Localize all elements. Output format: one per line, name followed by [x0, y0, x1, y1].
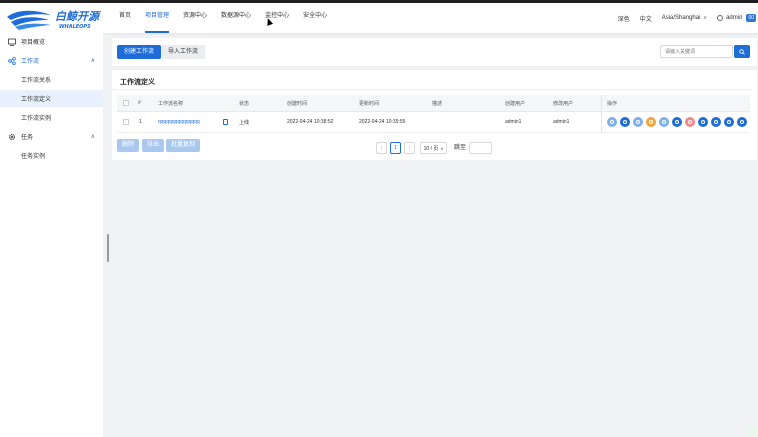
sidebar-item-task[interactable]: 任务 ∧ — [0, 128, 103, 145]
header-modifier: 修改用户 — [553, 100, 574, 107]
sidebar-item-label: 工作流实例 — [21, 116, 52, 122]
header-updated[interactable]: 更新时间 — [359, 95, 379, 111]
header-status: 状态 — [239, 100, 250, 107]
row-checkbox[interactable] — [123, 119, 129, 125]
header-description: 描述 — [432, 100, 443, 107]
timing-button[interactable] — [633, 117, 643, 127]
brand-logo[interactable]: 白鲸开源 WHALEOPS — [5, 6, 105, 32]
theme-switch[interactable]: 深色 — [618, 14, 630, 23]
export-button[interactable] — [698, 117, 708, 127]
search-input[interactable] — [660, 45, 733, 58]
next-page-button[interactable]: › — [404, 142, 415, 154]
main-nav: 首页 项目管理 资源中心 数据源中心 监控中心 安全中心 — [112, 3, 334, 33]
nav-monitor-center[interactable]: 监控中心 — [258, 3, 296, 33]
nav-security-center[interactable]: 安全中心 — [296, 3, 334, 33]
top-right-controls: 深色 中文 Asia/Shanghai ∨ admin 00 — [618, 3, 758, 33]
row-created: 2022-04-24 10:38:52 — [287, 119, 334, 125]
batch-copy-button[interactable]: 批量复制 — [166, 139, 201, 152]
search-icon — [739, 48, 745, 55]
divider — [112, 89, 752, 90]
table-header: # 工作流名称 状态 创建时间 更新时间 描述 创建用户 修改用户 操作 — [117, 95, 750, 112]
more-button[interactable] — [737, 117, 747, 127]
sidebar-item-label: 工作流关系 — [21, 78, 52, 84]
row-updated: 2022-04-24 10:39:55 — [359, 119, 406, 125]
sidebar-item-label: 任务实例 — [21, 154, 46, 160]
delete-button[interactable] — [685, 117, 695, 127]
top-navbar: 白鲸开源 WHALEOPS 首页 项目管理 资源中心 数据源中心 监控中心 安全… — [0, 0, 758, 33]
share-icon — [8, 56, 16, 65]
header-created[interactable]: 创建时间 — [287, 95, 307, 111]
header-creator: 创建用户 — [505, 100, 526, 107]
row-modifier: admin1 — [553, 119, 570, 125]
sidebar-item-workflow-instance[interactable]: 工作流实例 — [0, 109, 103, 126]
sidebar-item-task-instance[interactable]: 任务实例 — [0, 147, 103, 164]
page-size-select[interactable]: 10 / 页 ∨ — [420, 142, 447, 154]
sidebar-item-overview[interactable]: 项目概览 — [0, 33, 103, 50]
user-menu[interactable]: admin 00 — [717, 14, 756, 22]
sidebar-item-label: 项目概览 — [21, 40, 46, 46]
brand-name: 白鲸开源 — [55, 10, 101, 23]
offline-button[interactable] — [646, 117, 656, 127]
nav-datasource-center[interactable]: 数据源中心 — [214, 3, 258, 33]
search-button[interactable] — [734, 45, 750, 58]
delete-selected-button[interactable]: 删除 — [117, 139, 140, 152]
row-operations — [607, 112, 750, 132]
language-select[interactable]: 中文 — [640, 14, 652, 23]
prev-page-button[interactable]: ‹ — [376, 142, 387, 154]
sidebar-resize-handle[interactable] — [107, 234, 109, 262]
sidebar-item-workflow[interactable]: 工作流 ∧ — [0, 52, 103, 69]
row-creator: admin1 — [505, 119, 522, 125]
sidebar-item-label: 任务 — [21, 135, 34, 141]
edit-button[interactable] — [607, 117, 617, 127]
sidebar-item-label: 工作流 — [21, 59, 40, 65]
sidebar: 项目概览 工作流 ∧ 工作流关系 工作流定义 工作流实例 任务 ∧ 任务实例 — [0, 33, 103, 437]
timezone-select[interactable]: Asia/Shanghai ∨ — [662, 15, 707, 21]
monitor-icon — [8, 38, 16, 46]
row-status: 上线 — [239, 119, 250, 126]
header-name[interactable]: 工作流名称 — [158, 95, 183, 111]
jump-input[interactable] — [469, 142, 492, 154]
chevron-down-icon: ∨ — [440, 145, 444, 151]
sidebar-item-label: 工作流定义 — [21, 97, 52, 103]
run-button[interactable] — [620, 117, 630, 127]
tree-view-button[interactable] — [672, 117, 682, 127]
user-name: admin — [726, 15, 743, 21]
dag-button[interactable] — [724, 117, 734, 127]
shield-icon — [748, 426, 758, 437]
user-badge: 00 — [746, 14, 756, 22]
header-operations: 操作 — [607, 100, 618, 107]
user-icon — [717, 15, 724, 21]
section-title: 工作流定义 — [120, 79, 155, 86]
select-all-checkbox[interactable] — [123, 100, 129, 106]
row-index: 1 — [139, 119, 142, 125]
header-index: # — [138, 100, 141, 106]
ops-divider — [601, 112, 602, 132]
gear-icon — [8, 133, 16, 140]
chevron-up-icon: ∧ — [90, 134, 95, 140]
chevron-up-icon: ∧ — [90, 58, 95, 64]
jump-label: 跳至 — [454, 145, 467, 151]
nav-home[interactable]: 首页 — [112, 3, 138, 33]
ops-divider — [601, 95, 602, 111]
export-selected-button[interactable]: 导出 — [142, 139, 165, 152]
timezone-label: Asia/Shanghai — [661, 15, 701, 21]
language-label: 中文 — [639, 16, 652, 23]
version-info-button[interactable] — [711, 117, 721, 127]
page-size-label: 10 / 页 — [423, 145, 439, 152]
table-row: 1 qqqqqqqqqqqqqqq 上线 2022-04-24 10:38:52… — [117, 112, 750, 133]
brand-sub: WHALEOPS — [59, 24, 91, 30]
create-workflow-button[interactable]: 创建工作流 — [117, 45, 162, 59]
nav-resource-center[interactable]: 资源中心 — [176, 3, 214, 33]
copy-workflow-button[interactable] — [659, 117, 669, 127]
page-1-button[interactable]: 1 — [390, 142, 401, 154]
theme-label: 深色 — [617, 16, 630, 23]
copy-icon[interactable] — [223, 119, 228, 125]
chevron-down-icon: ∨ — [703, 15, 708, 21]
nav-project-management[interactable]: 项目管理 — [138, 3, 176, 33]
sidebar-item-workflow-relation[interactable]: 工作流关系 — [0, 71, 103, 88]
workflow-name-link[interactable]: qqqqqqqqqqqqqqq — [158, 112, 200, 132]
sidebar-item-workflow-definition[interactable]: 工作流定义 — [0, 90, 103, 107]
import-workflow-button[interactable]: 导入工作流 — [161, 45, 206, 59]
